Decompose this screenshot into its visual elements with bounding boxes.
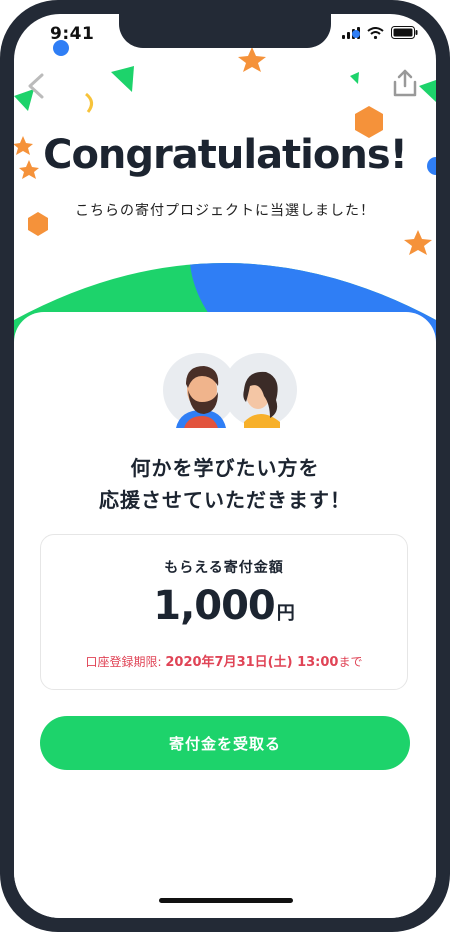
avatars-illustration	[163, 353, 297, 428]
amount-label: もらえる寄付金額	[164, 560, 284, 576]
deadline-date: 2020年7月31日(土) 13:00	[165, 655, 339, 670]
registration-deadline: 口座登録期限: 2020年7月31日(土) 13:00まで	[41, 651, 407, 670]
amount-box: もらえる寄付金額 1,000 円 口座登録期限: 2020年7月31日(土) 13…	[40, 534, 408, 690]
message-line-1: 何かを学びたい方を	[130, 456, 320, 480]
deadline-prefix: 口座登録期限:	[85, 655, 166, 669]
back-chevron-icon[interactable]	[24, 72, 48, 100]
reward-card: 何かを学びたい方を 応援させていただきます！ もらえる寄付金額 1,000 円 口…	[14, 312, 436, 918]
screen: 9:41 Congratulations! こちらの寄付プロジェクトに当選しまし…	[14, 14, 436, 918]
share-icon[interactable]	[392, 68, 418, 98]
amount-value: 1,000	[153, 583, 276, 629]
message-line-2: 応援させていただきます！	[99, 488, 351, 512]
amount: 1,000 円	[41, 583, 407, 629]
receive-donation-button[interactable]: 寄付金を受取る	[40, 716, 410, 770]
home-indicator	[159, 898, 293, 903]
support-message: 何かを学びたい方を 応援させていただきます！	[14, 452, 436, 516]
amount-unit: 円	[276, 603, 295, 624]
page-subtitle: こちらの寄付プロジェクトに当選しました！	[75, 203, 375, 219]
notch	[119, 14, 331, 48]
deadline-suffix: まで	[338, 655, 363, 669]
phone-frame: 9:41 Congratulations! こちらの寄付プロジェクトに当選しまし…	[0, 0, 450, 932]
page-title: Congratulations!	[43, 132, 408, 178]
woman-avatar-icon	[243, 371, 280, 428]
